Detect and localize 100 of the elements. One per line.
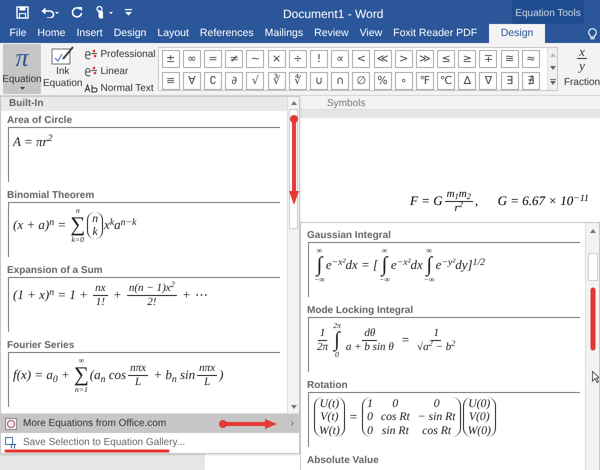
ribbon-tab[interactable]: Home [32,24,71,43]
symbol-button[interactable]: ≅ [500,50,519,68]
customize-toolbar-icon[interactable] [125,8,132,16]
symbol-button[interactable]: ∘ [394,72,413,90]
undo-icon[interactable] [41,6,59,18]
symbol-button[interactable]: = [204,50,222,68]
equation-preview[interactable]: A = πr$^{2}$ [8,127,280,182]
math-text: e$^{−x²}$dx = [ [326,256,378,274]
math-text: (1 + x)$^{n}$ = 1 + [13,286,89,304]
scroll-down-icon[interactable] [290,405,296,409]
symbol-button[interactable]: ℃ [437,72,456,90]
symbol-button[interactable]: ∪ [310,72,328,90]
scroll-up-icon[interactable] [290,101,296,105]
ribbon-tab[interactable]: File [4,24,32,43]
symbol-button[interactable]: ! [310,50,328,68]
symbol-button[interactable]: ∇ [479,72,498,90]
fraction: dθ a + b sin θ [344,326,395,354]
symbol-button[interactable]: ≈ [522,50,540,68]
ribbon-tab[interactable]: Review [308,24,354,43]
save-icon[interactable] [16,6,29,18]
ribbon-tab[interactable]: Layout [152,24,194,43]
ribbon-tab[interactable]: Insert [70,24,108,43]
math-text: (a$_{n}$ cos [90,366,126,385]
gallery-scrollbar[interactable] [547,48,557,90]
fraction: nπx L [128,362,148,388]
symbol-button[interactable]: ∩ [331,72,350,90]
symbol-button[interactable]: < [352,50,370,68]
lightbulb-icon[interactable] [588,28,597,40]
symbol-button[interactable]: ~ [246,50,264,68]
math-text: = [400,331,411,350]
ribbon-tab[interactable]: Design [108,24,152,43]
symbol-button[interactable]: ∁ [204,72,222,90]
symbol-button[interactable]: ∂ [225,72,244,90]
gallery-scrollbar[interactable] [585,223,599,470]
submenu-arrow: › [290,417,294,431]
symbol-button[interactable]: ÷ [288,50,307,68]
equation-button[interactable]: π Equation [3,44,41,94]
menu-item[interactable]: More Equations from Office.com › [1,414,299,433]
menu-item[interactable]: Save Selection to Equation Gallery... [1,433,299,452]
math-text: + ⋯ [181,286,208,304]
symbol-button[interactable]: ≤ [437,50,456,68]
symbol-button[interactable]: ∓ [479,50,498,68]
gallery-item-title: Expansion of a Sum [6,264,104,277]
math-text: ) [219,366,224,384]
symbol-button[interactable]: > [394,50,413,68]
math-text: A = πr$^{2}$ [13,132,52,151]
matrix: n k [87,212,104,239]
touch-hand-icon[interactable] [95,6,113,18]
caret-icon [20,87,24,90]
symbol-button[interactable]: ∛ [268,72,286,90]
math-text: e$^{−y²}$dy]$^{1/2}$ [436,256,486,274]
fraction: nx 1! [93,282,108,308]
scroll-thumb[interactable] [588,253,598,281]
equation-format-icon [84,48,98,60]
symbol-button[interactable]: ≡ [162,72,180,90]
scroll-down-icon[interactable] [550,66,556,70]
fraction: 1 2π [316,326,330,354]
symbol-button[interactable]: ∆ [458,72,476,90]
ink-equation-button[interactable]: Ink Equation [41,43,84,93]
symbol-button[interactable]: ± [162,50,180,68]
fraction: n(n − 1)x$^{2}$ 2! [126,282,177,308]
symbol-button[interactable]: ≠ [225,50,244,68]
ribbon-tab[interactable]: References [194,24,260,43]
symbol-button[interactable]: ∅ [352,72,370,90]
gallery-item-title: Binomial Theorem [6,189,96,202]
mode-button[interactable]: Professional [84,46,156,62]
symbol-button[interactable]: ∀ [182,72,201,90]
ribbon-tab[interactable]: Mailings [259,24,309,43]
symbol-button[interactable]: % [374,72,392,90]
symbol-button[interactable]: ∝ [331,50,350,68]
gallery-scrollbar[interactable] [287,97,299,413]
save-equation-icon [5,436,17,448]
symbol-button[interactable]: ≫ [416,50,434,68]
symbol-button[interactable]: ∄ [522,72,540,90]
math-text: f(x) = a$_{0}$ + [13,366,71,385]
window-title: Document1 - Word [283,6,384,23]
redo-icon[interactable] [71,6,83,18]
math-text: x$^{k}$a$^{n−k}$ [104,216,136,234]
symbol-button[interactable]: ≥ [458,50,476,68]
math-text: e$^{−x²}$dx [390,256,423,274]
gallery-item-title: Fourier Series [6,339,76,352]
symbol-button[interactable]: ≪ [374,50,392,68]
symbol-button[interactable]: √ [246,72,264,90]
mode-button[interactable]: Linear [84,63,156,79]
symbol-button[interactable]: ∜ [288,72,307,90]
math-text: + [112,286,123,304]
scroll-up-icon[interactable] [590,229,596,233]
symbol-button[interactable]: ℉ [416,72,434,90]
matrix: U(t) V(t) W(t) [314,397,345,438]
ribbon-tab[interactable]: Design [488,24,546,43]
expand-gallery-icon[interactable] [550,79,556,86]
symbol-button[interactable]: × [268,50,286,68]
ribbon-tab[interactable]: View [354,24,388,43]
ribbon-tab[interactable]: Foxit Reader PDF [388,24,483,43]
symbol-button[interactable]: ∞ [182,50,201,68]
symbol-button[interactable]: ∃ [500,72,519,90]
mode-button[interactable]: Normal Text [84,80,156,96]
math-text: + b$_{n}$ sin [152,366,196,385]
fraction-button[interactable]: x y Fraction [564,43,600,93]
equation-preview[interactable]: U(t) V(t) W(t) = 1 0 0 0 cos Rt − sin Rt 0 sin Rt cos Rt U(0) V(0) W(0) [308,392,580,447]
